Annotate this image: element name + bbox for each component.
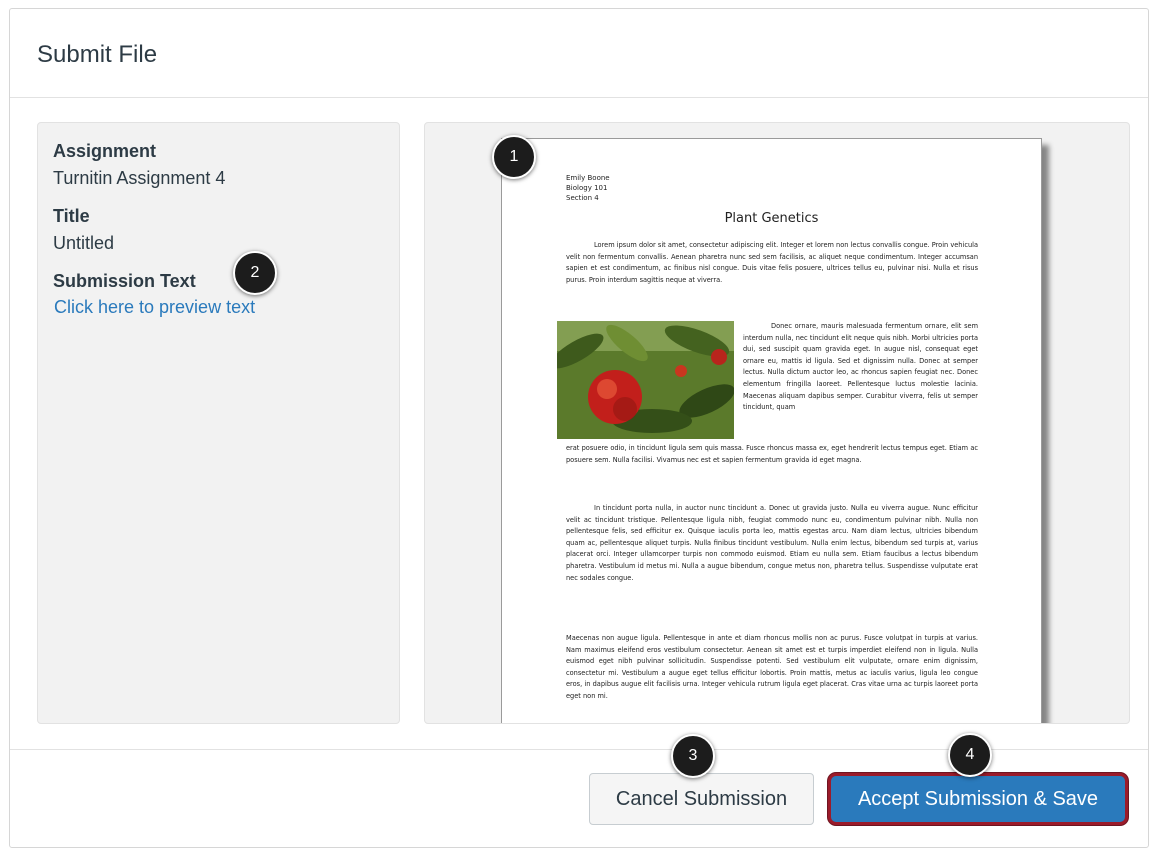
title-label: Title	[53, 206, 90, 226]
document-title: Plant Genetics	[724, 211, 819, 226]
document-header: Emily Boone Biology 101 Section 4	[566, 173, 610, 203]
callout-badge-1: 1	[492, 135, 536, 179]
cancel-submission-button[interactable]: Cancel Submission	[589, 773, 814, 825]
document-preview-panel[interactable]: Emily Boone Biology 101 Section 4 Plant …	[424, 122, 1130, 724]
preview-text-link[interactable]: Click here to preview text	[54, 297, 255, 318]
document-page: Emily Boone Biology 101 Section 4 Plant …	[501, 138, 1042, 723]
document-paragraph: erat posuere odio, in tincidunt ligula s…	[566, 444, 978, 464]
callout-badge-2: 2	[233, 251, 277, 295]
accept-submission-save-button[interactable]: Accept Submission & Save	[828, 773, 1128, 825]
document-course: Biology 101	[566, 184, 608, 192]
document-paragraph: In tincidunt porta nulla, in auctor nunc…	[566, 504, 978, 582]
document-section: Section 4	[566, 194, 599, 202]
submission-info-panel: Assignment Turnitin Assignment 4 Title U…	[37, 122, 400, 724]
document-author: Emily Boone	[566, 174, 610, 182]
submit-file-dialog: Submit File Assignment Turnitin Assignme…	[9, 8, 1149, 848]
assignment-value: Turnitin Assignment 4	[53, 168, 226, 188]
dialog-title: Submit File	[37, 41, 158, 68]
callout-badge-4: 4	[948, 733, 992, 777]
title-value: Untitled	[53, 233, 115, 253]
document-paragraph: Lorem ipsum dolor sit amet, consectetur …	[566, 241, 978, 284]
document-paragraph: Donec ornare, mauris malesuada fermentum…	[743, 322, 978, 412]
submission-text-label: Submission Text	[53, 271, 196, 291]
apple-photo	[557, 321, 734, 439]
document-paragraph: Maecenas non augue ligula. Pellentesque …	[566, 634, 978, 700]
header-divider	[10, 97, 1148, 98]
assignment-label: Assignment	[53, 141, 157, 161]
callout-badge-3: 3	[671, 734, 715, 778]
apple-tree-image	[557, 321, 734, 439]
